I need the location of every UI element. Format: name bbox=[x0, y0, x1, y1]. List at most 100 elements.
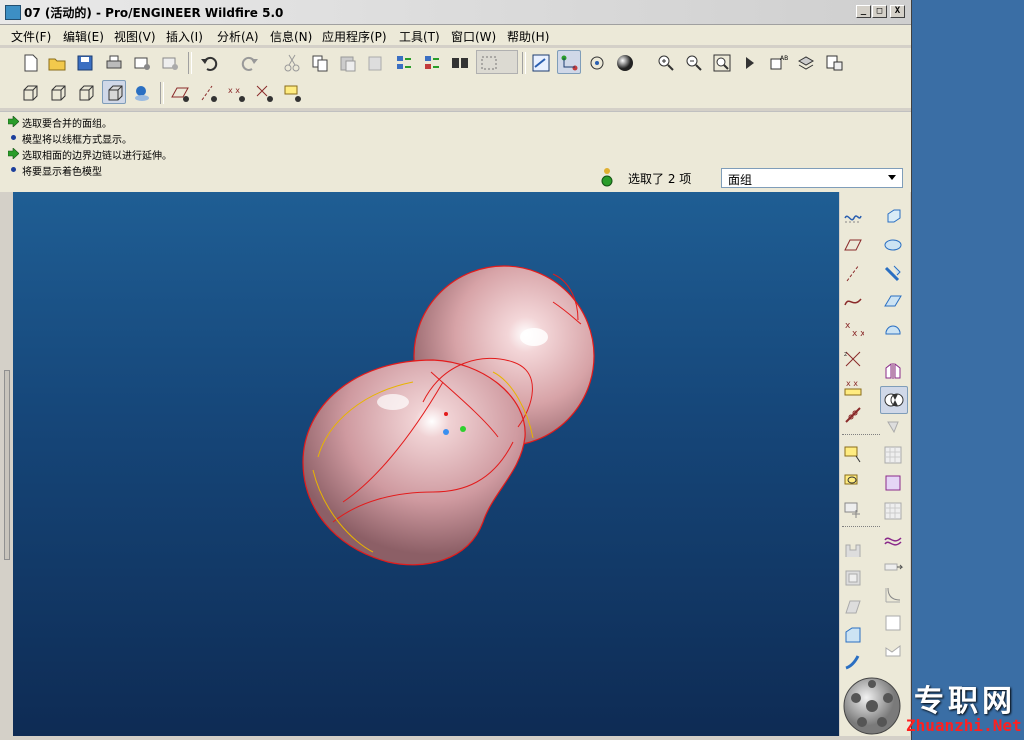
email-icon[interactable] bbox=[130, 51, 154, 75]
annotation-display-icon[interactable] bbox=[280, 81, 304, 105]
menu-applications[interactable]: 应用程序(P) bbox=[322, 28, 387, 45]
cut-icon[interactable] bbox=[280, 51, 304, 75]
app-window: 07 (活动的) - Pro/ENGINEER Wildfire 5.0 _ □… bbox=[0, 0, 912, 740]
round-icon[interactable] bbox=[880, 582, 906, 608]
toolbar-separator bbox=[842, 434, 880, 436]
model-tree-icon[interactable] bbox=[130, 81, 154, 105]
select-box-icon[interactable] bbox=[476, 50, 518, 74]
csys-marker[interactable] bbox=[444, 412, 448, 416]
new-icon[interactable] bbox=[18, 51, 42, 75]
sketch-icon[interactable] bbox=[840, 204, 866, 230]
redo-icon[interactable] bbox=[238, 51, 262, 75]
datum-axis-display-icon[interactable] bbox=[196, 81, 220, 105]
menu-tools[interactable]: 工具(T) bbox=[399, 28, 440, 45]
close-button[interactable]: X bbox=[890, 5, 905, 18]
rib-icon[interactable] bbox=[880, 554, 906, 580]
undo-icon[interactable] bbox=[197, 51, 221, 75]
paste-icon[interactable] bbox=[336, 51, 360, 75]
shell-icon[interactable] bbox=[840, 565, 866, 591]
repaint-icon[interactable] bbox=[529, 51, 553, 75]
mirror-icon[interactable] bbox=[880, 358, 906, 384]
regenerate-icon[interactable] bbox=[392, 51, 416, 75]
orient-mode-icon[interactable] bbox=[585, 51, 609, 75]
offset-icon[interactable] bbox=[880, 498, 906, 524]
datum-point-display-icon[interactable]: x x bbox=[224, 81, 248, 105]
insert-mode-icon[interactable] bbox=[840, 498, 866, 524]
regen-manager-icon[interactable] bbox=[420, 51, 444, 75]
pattern-icon[interactable] bbox=[880, 442, 906, 468]
zoom-in-icon[interactable] bbox=[654, 51, 678, 75]
open-icon[interactable] bbox=[45, 51, 69, 75]
datum-plane-display-icon[interactable] bbox=[168, 81, 192, 105]
refit-icon[interactable] bbox=[710, 51, 734, 75]
annotation-icon[interactable] bbox=[840, 442, 866, 468]
shaded-model[interactable] bbox=[13, 192, 839, 736]
status-light-icon[interactable] bbox=[600, 166, 614, 188]
menu-insert[interactable]: 插入(I) bbox=[166, 28, 203, 45]
menu-file[interactable]: 文件(F) bbox=[11, 28, 51, 45]
appearance-icon[interactable] bbox=[613, 51, 637, 75]
reference-icon[interactable] bbox=[840, 402, 866, 428]
analysis-icon[interactable]: x x bbox=[840, 374, 866, 400]
layers-icon[interactable] bbox=[794, 51, 818, 75]
lower-surface[interactable] bbox=[302, 359, 526, 566]
no-hidden-icon[interactable] bbox=[74, 81, 98, 105]
draft-icon[interactable] bbox=[840, 593, 866, 619]
email-link-icon[interactable] bbox=[158, 51, 182, 75]
save-icon[interactable] bbox=[73, 51, 97, 75]
menu-view[interactable]: 视图(V) bbox=[114, 28, 156, 45]
reorient-icon[interactable] bbox=[738, 51, 762, 75]
boundary-blend-icon[interactable] bbox=[880, 316, 906, 342]
paste-special-icon[interactable] bbox=[364, 51, 388, 75]
datum-curve-icon[interactable] bbox=[840, 288, 866, 314]
minimize-button[interactable]: _ bbox=[856, 5, 871, 18]
menu-info[interactable]: 信息(N) bbox=[270, 28, 312, 45]
navigator-splitter[interactable] bbox=[4, 370, 10, 560]
csys-marker[interactable] bbox=[443, 429, 449, 435]
hole-icon[interactable] bbox=[840, 537, 866, 563]
view-manager-icon[interactable] bbox=[822, 51, 846, 75]
csys-marker[interactable] bbox=[460, 426, 466, 432]
sweep-icon[interactable] bbox=[880, 260, 906, 286]
csys-icon[interactable]: z bbox=[840, 346, 866, 372]
menu-help[interactable]: 帮助(H) bbox=[507, 28, 549, 45]
feature-toolbar: xx x z x x bbox=[840, 192, 910, 736]
wireframe-icon[interactable] bbox=[18, 81, 42, 105]
shading-icon[interactable] bbox=[102, 80, 126, 104]
print-icon[interactable] bbox=[102, 51, 126, 75]
thicken-icon[interactable] bbox=[880, 526, 906, 552]
title-bar[interactable]: 07 (活动的) - Pro/ENGINEER Wildfire 5.0 _ □… bbox=[0, 0, 911, 25]
menu-analysis[interactable]: 分析(A) bbox=[217, 28, 259, 45]
toolbar-separator bbox=[842, 526, 880, 528]
menu-edit[interactable]: 编辑(E) bbox=[63, 28, 104, 45]
merge-icon[interactable] bbox=[880, 386, 908, 414]
trim-icon[interactable] bbox=[880, 414, 906, 440]
selection-count: 选取了 2 项 bbox=[628, 172, 692, 186]
bend-icon[interactable] bbox=[880, 638, 906, 664]
revolve-icon[interactable] bbox=[880, 232, 906, 258]
datum-point-icon[interactable]: xx x bbox=[840, 316, 866, 342]
selection-filter-dropdown[interactable]: 面组 bbox=[721, 168, 903, 188]
datum-plane-icon[interactable] bbox=[840, 232, 866, 258]
extend-icon[interactable] bbox=[880, 204, 906, 230]
toolbar-separator bbox=[160, 82, 164, 104]
maximize-button[interactable]: □ bbox=[872, 5, 887, 18]
spin-center-icon[interactable] bbox=[557, 50, 581, 74]
chamfer-icon[interactable] bbox=[840, 622, 866, 648]
csys-display-icon[interactable] bbox=[252, 81, 276, 105]
shape-icon[interactable] bbox=[840, 650, 866, 676]
copy-feature-icon[interactable] bbox=[840, 470, 866, 496]
menu-window[interactable]: 窗口(W) bbox=[451, 28, 496, 45]
find-icon[interactable] bbox=[448, 51, 472, 75]
solidify-icon[interactable] bbox=[880, 470, 906, 496]
saved-views-icon[interactable]: AB bbox=[766, 51, 790, 75]
wrap-icon[interactable] bbox=[880, 610, 906, 636]
prompt-arrow-icon bbox=[8, 116, 19, 127]
datum-axis-icon[interactable] bbox=[840, 260, 866, 286]
zoom-out-icon[interactable] bbox=[682, 51, 706, 75]
blend-icon[interactable] bbox=[880, 288, 906, 314]
hidden-line-icon[interactable] bbox=[46, 81, 70, 105]
copy-icon[interactable] bbox=[308, 51, 332, 75]
graphics-viewport[interactable] bbox=[13, 192, 839, 736]
toolbar-separator bbox=[522, 52, 526, 74]
